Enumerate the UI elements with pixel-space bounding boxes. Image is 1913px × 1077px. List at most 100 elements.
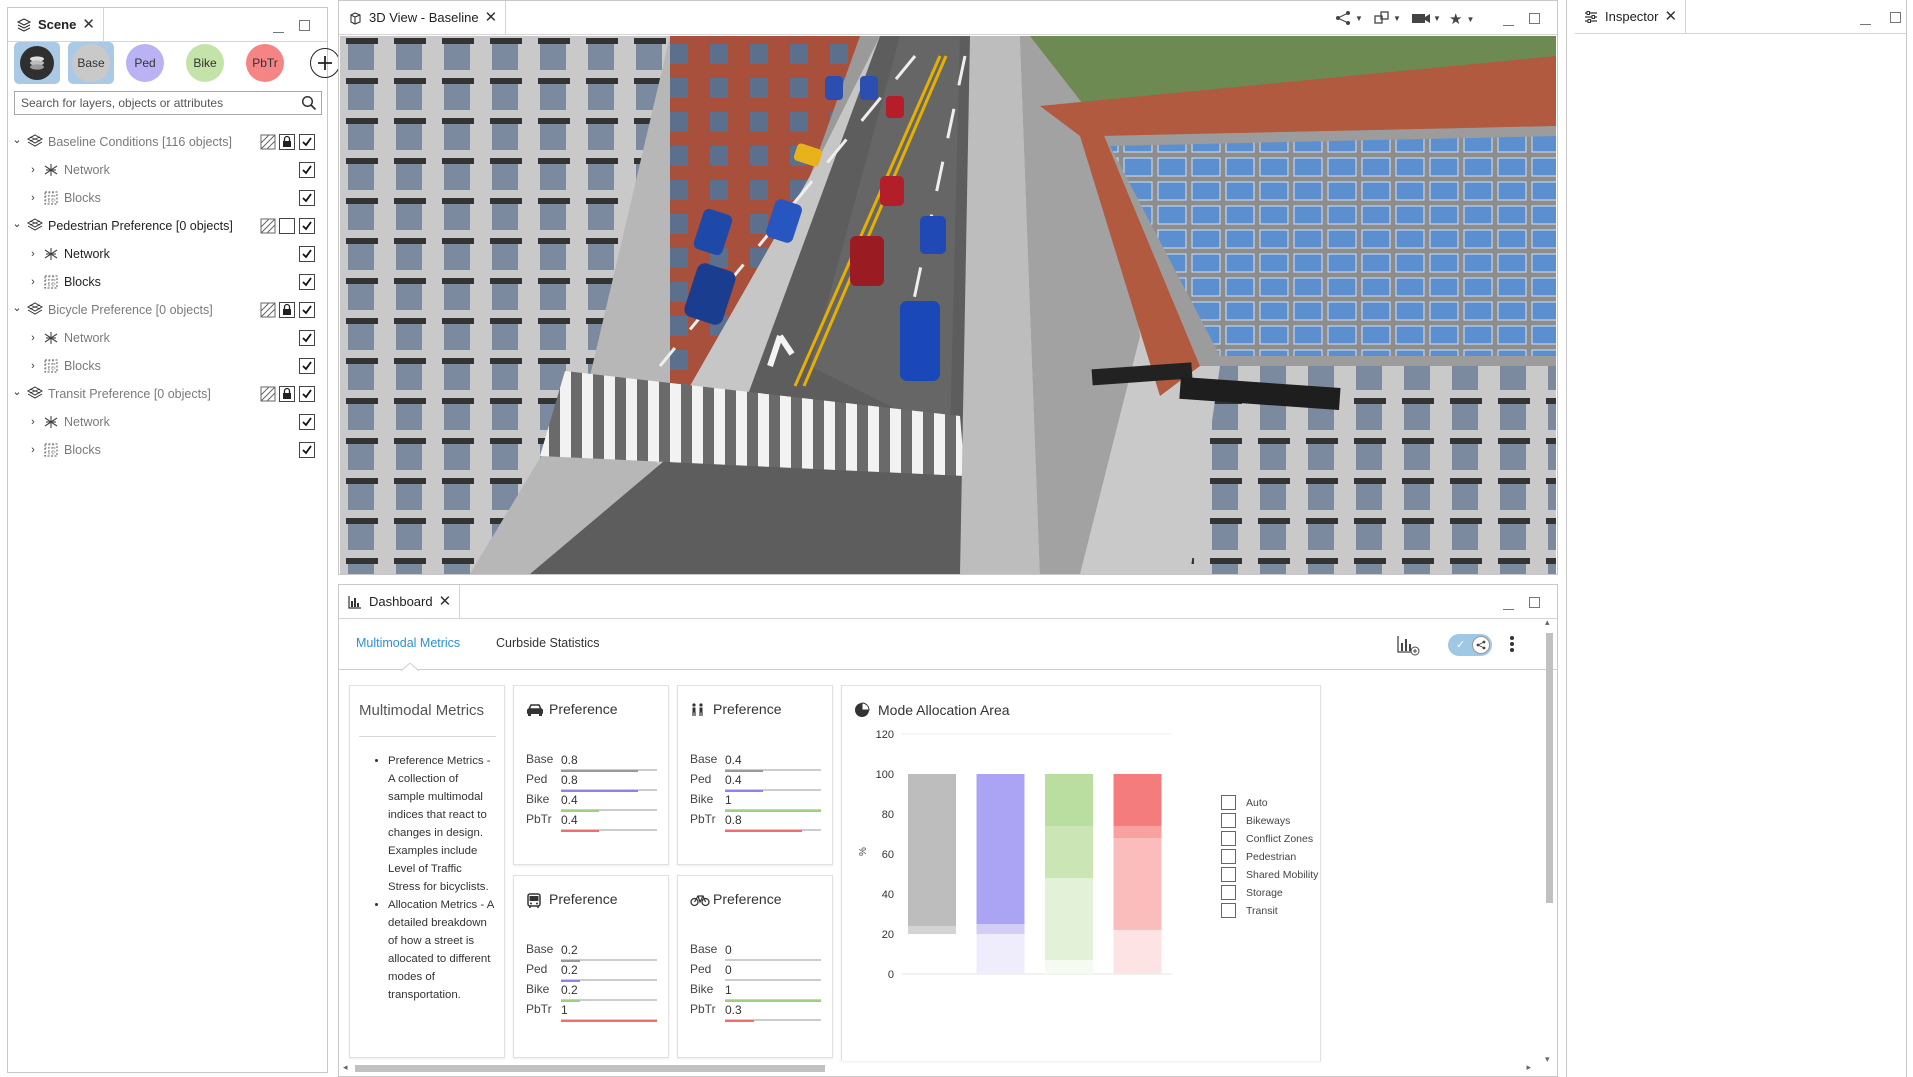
legend-item[interactable]: Shared Mobility — [1221, 867, 1318, 882]
layer-child-row[interactable]: › Blocks — [8, 352, 327, 380]
layer-child-row[interactable]: › Blocks — [8, 268, 327, 296]
lock-icon[interactable] — [279, 134, 295, 150]
unlock-icon[interactable] — [279, 218, 295, 234]
visibility-checkbox[interactable] — [299, 246, 315, 262]
more-options-button[interactable] — [1509, 634, 1515, 659]
scrollbar-thumb[interactable] — [355, 1065, 825, 1072]
layer-group-row[interactable]: ⌄ Baseline Conditions [116 objects] — [8, 128, 327, 156]
layer-search-input[interactable]: Search for layers, objects or attributes — [14, 91, 322, 115]
chevron-down-icon[interactable]: ⌄ — [10, 301, 24, 314]
maximize-button[interactable] — [1890, 9, 1901, 23]
legend-checkbox[interactable] — [1221, 813, 1236, 828]
legend-checkbox[interactable] — [1221, 867, 1236, 882]
legend-item[interactable]: Bikeways — [1221, 813, 1290, 828]
hatch-icon[interactable] — [260, 218, 276, 234]
bar-segment-base[interactable] — [908, 926, 956, 934]
layer-child-row[interactable]: › Blocks — [8, 436, 327, 464]
layer-bike-button[interactable]: Bike — [186, 44, 224, 82]
visibility-checkbox[interactable] — [299, 134, 315, 150]
legend-checkbox[interactable] — [1221, 831, 1236, 846]
bookmarks-button[interactable]: ★ ▼ — [1449, 10, 1474, 28]
lock-icon[interactable] — [279, 302, 295, 318]
bar-segment-ped[interactable] — [976, 774, 1025, 924]
legend-checkbox[interactable] — [1221, 849, 1236, 864]
bar-segment-pbtr[interactable] — [1113, 826, 1162, 838]
chevron-down-icon[interactable]: ⌄ — [10, 217, 24, 230]
bar-segment-base[interactable] — [908, 774, 956, 926]
bar-segment-ped[interactable] — [976, 924, 1025, 934]
visibility-checkbox[interactable] — [299, 358, 315, 374]
bar-segment-bike[interactable] — [1045, 826, 1093, 878]
visibility-checkbox[interactable] — [299, 414, 315, 430]
legend-checkbox[interactable] — [1221, 795, 1236, 810]
chevron-right-icon[interactable]: › — [26, 444, 40, 456]
scrollbar-thumb[interactable] — [1546, 633, 1553, 903]
tab-scene[interactable]: Scene ✕ — [8, 8, 104, 41]
add-chart-button[interactable] — [1396, 634, 1420, 661]
tab-inspector[interactable]: Inspector ✕ — [1575, 0, 1687, 33]
visibility-checkbox[interactable] — [299, 302, 315, 318]
view-toggle[interactable]: ✓ — [1448, 634, 1492, 656]
layer-child-row[interactable]: › Network — [8, 324, 327, 352]
objects-tool-button[interactable]: ▼ — [1373, 10, 1401, 26]
minimize-button[interactable] — [273, 24, 284, 38]
chevron-right-icon[interactable]: › — [26, 416, 40, 428]
layer-ped-button[interactable]: Ped — [126, 44, 164, 82]
chevron-right-icon[interactable]: › — [26, 360, 40, 372]
layer-child-row[interactable]: › Network — [8, 156, 327, 184]
3d-viewport[interactable] — [340, 36, 1556, 574]
hatch-icon[interactable] — [260, 302, 276, 318]
legend-item[interactable]: Pedestrian — [1221, 849, 1296, 864]
close-icon[interactable]: ✕ — [1664, 9, 1677, 24]
bar-segment-pbtr[interactable] — [1113, 774, 1162, 826]
chevron-down-icon[interactable]: ⌄ — [10, 385, 24, 398]
bar-segment-pbtr[interactable] — [1113, 838, 1162, 930]
visibility-checkbox[interactable] — [299, 190, 315, 206]
maximize-button[interactable] — [299, 17, 310, 31]
navigation-tool-button[interactable]: ▼ — [1335, 10, 1363, 26]
close-icon[interactable]: ✕ — [485, 10, 498, 25]
camera-tool-button[interactable]: ▼ — [1411, 10, 1441, 26]
legend-item[interactable]: Conflict Zones — [1221, 831, 1313, 846]
minimize-button[interactable] — [1860, 16, 1871, 30]
visibility-checkbox[interactable] — [299, 386, 315, 402]
legend-checkbox[interactable] — [1221, 885, 1236, 900]
bar-segment-bike[interactable] — [1045, 960, 1093, 974]
minimize-button[interactable] — [1503, 17, 1514, 31]
close-icon[interactable]: ✕ — [82, 17, 95, 32]
bar-segment-bike[interactable] — [1045, 878, 1093, 960]
legend-item[interactable]: Transit — [1221, 903, 1278, 918]
tab-3d-view[interactable]: 3D View - Baseline ✕ — [339, 1, 507, 34]
chevron-right-icon[interactable]: › — [26, 332, 40, 344]
chevron-down-icon[interactable]: ⌄ — [10, 133, 24, 146]
close-icon[interactable]: ✕ — [439, 594, 452, 609]
layer-child-row[interactable]: › Network — [8, 240, 327, 268]
layer-base-button[interactable]: Base — [68, 42, 114, 84]
layer-group-row[interactable]: ⌄ Transit Preference [0 objects] — [8, 380, 327, 408]
search-icon[interactable] — [301, 95, 317, 114]
layer-group-row[interactable]: ⌄ Pedestrian Preference [0 objects] — [8, 212, 327, 240]
tab-curbside-statistics[interactable]: Curbside Statistics — [496, 636, 600, 650]
layer-pbtr-button[interactable]: PbTr — [246, 44, 284, 82]
add-layer-button[interactable] — [310, 48, 340, 78]
layer-group-row[interactable]: ⌄ Bicycle Preference [0 objects] — [8, 296, 327, 324]
all-layers-button[interactable] — [14, 42, 60, 84]
tab-dashboard[interactable]: Dashboard ✕ — [339, 585, 461, 618]
chevron-right-icon[interactable]: › — [26, 192, 40, 204]
visibility-checkbox[interactable] — [299, 218, 315, 234]
maximize-button[interactable] — [1529, 10, 1540, 24]
bar-segment-bike[interactable] — [1045, 774, 1093, 826]
layer-child-row[interactable]: › Blocks — [8, 184, 327, 212]
tab-multimodal-metrics[interactable]: Multimodal Metrics — [356, 636, 460, 650]
visibility-checkbox[interactable] — [299, 274, 315, 290]
maximize-button[interactable] — [1529, 594, 1540, 608]
visibility-checkbox[interactable] — [299, 442, 315, 458]
layer-child-row[interactable]: › Network — [8, 408, 327, 436]
bar-segment-ped[interactable] — [976, 934, 1025, 974]
vertical-scrollbar[interactable]: ▴ ▾ — [1543, 617, 1555, 1064]
visibility-checkbox[interactable] — [299, 162, 315, 178]
legend-item[interactable]: Storage — [1221, 885, 1283, 900]
hatch-icon[interactable] — [260, 386, 276, 402]
chevron-right-icon[interactable]: › — [26, 276, 40, 288]
horizontal-scrollbar[interactable]: ◂ ▸ — [343, 1062, 1531, 1074]
